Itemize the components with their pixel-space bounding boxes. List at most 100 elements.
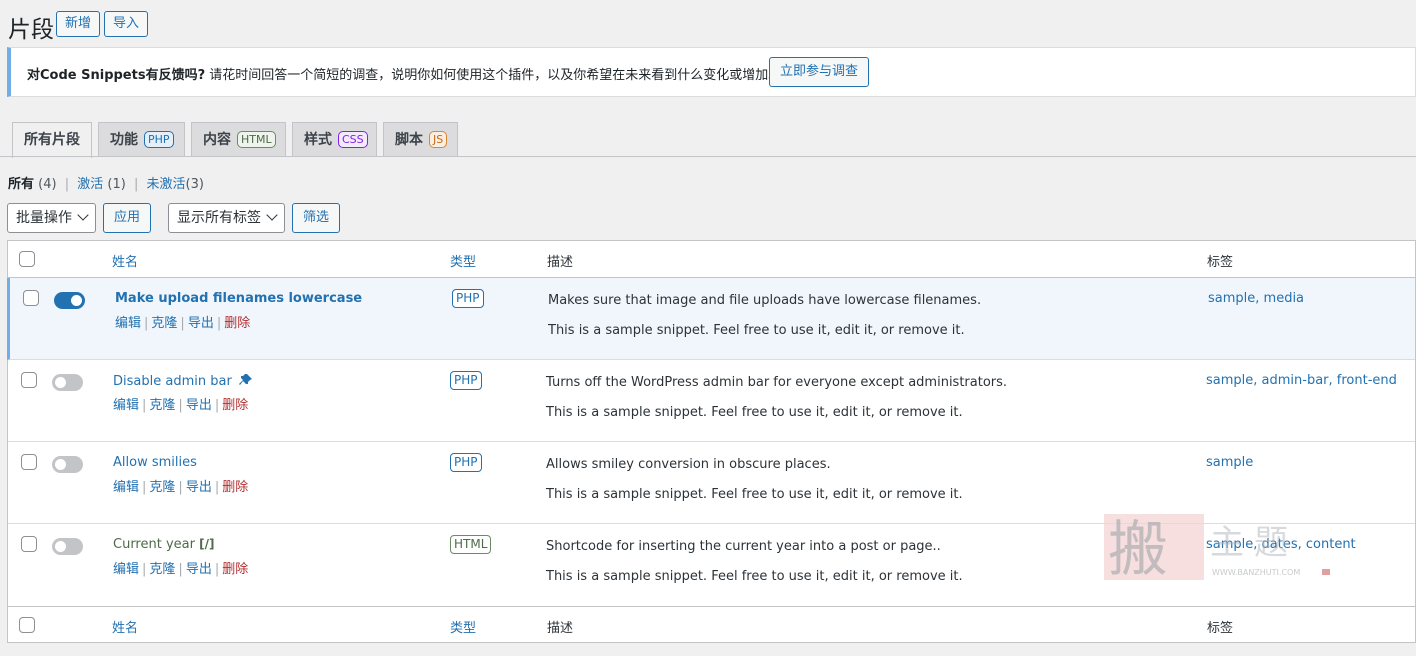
- edit-link[interactable]: 编辑: [113, 480, 139, 495]
- tab-functions[interactable]: 功能 PHP: [98, 122, 185, 157]
- separator: |: [216, 316, 222, 331]
- table-row: Allow smilies 编辑 | 克隆 | 导出 | 删除 PHP Allows smi…: [8, 442, 1415, 524]
- snippet-note: This is a sample snippet. Feel free to u…: [548, 323, 965, 338]
- snippet-tags[interactable]: sample, admin-bar, front-end: [1206, 373, 1397, 388]
- view-active[interactable]: 激活: [77, 177, 103, 192]
- separator: |: [214, 562, 220, 577]
- snippet-name-link[interactable]: Make upload filenames lowercase: [115, 291, 362, 306]
- column-type-footer[interactable]: 类型: [450, 617, 476, 636]
- activation-toggle[interactable]: [52, 374, 83, 391]
- snippet-name-link[interactable]: Current year [/]: [113, 537, 214, 552]
- separator: |: [214, 480, 220, 495]
- row-checkbox[interactable]: [21, 372, 37, 388]
- export-link[interactable]: 导出: [188, 316, 214, 331]
- type-badge[interactable]: PHP: [450, 371, 482, 390]
- notice-bold-text: 对Code Snippets有反馈吗?: [27, 68, 206, 83]
- bulk-actions-select[interactable]: 批量操作: [7, 203, 96, 233]
- add-new-button[interactable]: 新增: [56, 11, 100, 37]
- select-all-checkbox[interactable]: [19, 617, 35, 633]
- delete-link[interactable]: 删除: [224, 316, 250, 331]
- view-active-count: (1): [107, 177, 126, 192]
- tab-label: 功能: [110, 132, 138, 148]
- view-all-count: (4): [38, 177, 57, 192]
- apply-button[interactable]: 应用: [103, 203, 151, 233]
- row-checkbox[interactable]: [21, 536, 37, 552]
- type-badge[interactable]: PHP: [450, 453, 482, 472]
- table-row: Current year [/] 编辑 | 克隆 | 导出 | 删除 HTML Shortc…: [8, 524, 1415, 606]
- table-row: Disable admin bar 编辑 | 克隆 | 导出 | 删除 PHP Turns …: [8, 360, 1415, 442]
- tab-all-snippets[interactable]: 所有片段: [12, 122, 92, 158]
- page-title: 片段: [8, 17, 54, 43]
- tab-label: 内容: [203, 132, 231, 148]
- export-link[interactable]: 导出: [186, 398, 212, 413]
- separator: |: [142, 562, 147, 577]
- separator: |: [142, 480, 147, 495]
- snippet-description: Shortcode for inserting the current year…: [546, 539, 941, 554]
- column-type-header[interactable]: 类型: [450, 251, 476, 270]
- clone-link[interactable]: 克隆: [149, 562, 175, 577]
- snippet-name-link[interactable]: Allow smilies: [113, 455, 197, 470]
- edit-link[interactable]: 编辑: [113, 398, 139, 413]
- tab-styles[interactable]: 样式 CSS: [292, 122, 377, 157]
- tabs-divider: [0, 156, 1416, 157]
- column-name-header[interactable]: 姓名: [112, 251, 138, 270]
- clone-link[interactable]: 克隆: [151, 316, 177, 331]
- select-all-checkbox[interactable]: [19, 251, 35, 267]
- column-name-footer[interactable]: 姓名: [112, 617, 138, 636]
- export-link[interactable]: 导出: [186, 480, 212, 495]
- snippets-table: 姓名 类型 描述 标签 Make upload filenames lowerc…: [7, 240, 1416, 643]
- separator: |: [144, 316, 149, 331]
- snippet-tags[interactable]: sample, media: [1208, 291, 1304, 306]
- row-checkbox[interactable]: [21, 454, 37, 470]
- activation-toggle[interactable]: [52, 538, 83, 555]
- clone-link[interactable]: 克隆: [149, 398, 175, 413]
- activation-toggle[interactable]: [52, 456, 83, 473]
- row-checkbox[interactable]: [23, 290, 39, 306]
- separator: |: [142, 398, 147, 413]
- edit-link[interactable]: 编辑: [115, 316, 141, 331]
- tags-select[interactable]: 显示所有标签: [168, 203, 285, 233]
- row-actions: 编辑 | 克隆 | 导出 | 删除: [115, 312, 250, 331]
- snippet-tags[interactable]: sample: [1206, 455, 1253, 470]
- tab-label: 样式: [304, 132, 332, 148]
- table-footer: 姓名 类型 描述 标签: [8, 606, 1415, 643]
- row-actions: 编辑 | 克隆 | 导出 | 删除: [113, 558, 248, 577]
- feedback-notice: 对Code Snippets有反馈吗? 请花时间回答一个简短的调查，说明你如何使…: [7, 47, 1416, 97]
- row-actions: 编辑 | 克隆 | 导出 | 删除: [113, 394, 248, 413]
- activation-toggle[interactable]: [54, 292, 85, 309]
- view-filters: 所有 (4) | 激活 (1) | 未激活(3): [8, 173, 204, 192]
- edit-link[interactable]: 编辑: [113, 562, 139, 577]
- snippet-description: Allows smiley conversion in obscure plac…: [546, 457, 831, 472]
- column-desc-footer: 描述: [547, 621, 574, 636]
- notice-body-text: 请花时间回答一个简短的调查，说明你如何使用这个插件，以及你希望在未来看到什么变化…: [205, 68, 782, 83]
- survey-button[interactable]: 立即参与调查: [769, 57, 869, 87]
- type-badge[interactable]: HTML: [450, 535, 492, 554]
- table-header: 姓名 类型 描述 标签: [8, 241, 1415, 278]
- tab-scripts[interactable]: 脚本 JS: [383, 122, 458, 157]
- css-badge: CSS: [338, 131, 368, 148]
- chevron-down-icon: [266, 209, 278, 221]
- delete-link[interactable]: 删除: [222, 398, 248, 413]
- shortcode-icon: [/]: [199, 537, 215, 551]
- js-badge: JS: [429, 131, 448, 148]
- snippet-name-link[interactable]: Disable admin bar: [113, 373, 253, 389]
- separator: |: [64, 177, 70, 192]
- view-all[interactable]: 所有: [8, 177, 34, 192]
- snippet-tags[interactable]: sample, dates, content: [1206, 537, 1356, 552]
- table-row: Make upload filenames lowercase 编辑 | 克隆 | 导出…: [7, 278, 1415, 360]
- export-link[interactable]: 导出: [186, 562, 212, 577]
- delete-link[interactable]: 删除: [222, 480, 248, 495]
- filter-button[interactable]: 筛选: [292, 203, 340, 233]
- view-inactive[interactable]: 未激活: [147, 177, 186, 192]
- column-desc-header: 描述: [547, 255, 574, 270]
- type-badge[interactable]: PHP: [452, 289, 484, 308]
- delete-link[interactable]: 删除: [222, 562, 248, 577]
- clone-link[interactable]: 克隆: [149, 480, 175, 495]
- chevron-down-icon: [77, 209, 89, 221]
- separator: |: [178, 562, 183, 577]
- view-inactive-count: (3): [185, 177, 204, 192]
- tab-content[interactable]: 内容 HTML: [191, 122, 286, 157]
- import-button[interactable]: 导入: [104, 11, 148, 37]
- php-badge: PHP: [144, 131, 174, 148]
- snippet-note: This is a sample snippet. Feel free to u…: [546, 405, 963, 420]
